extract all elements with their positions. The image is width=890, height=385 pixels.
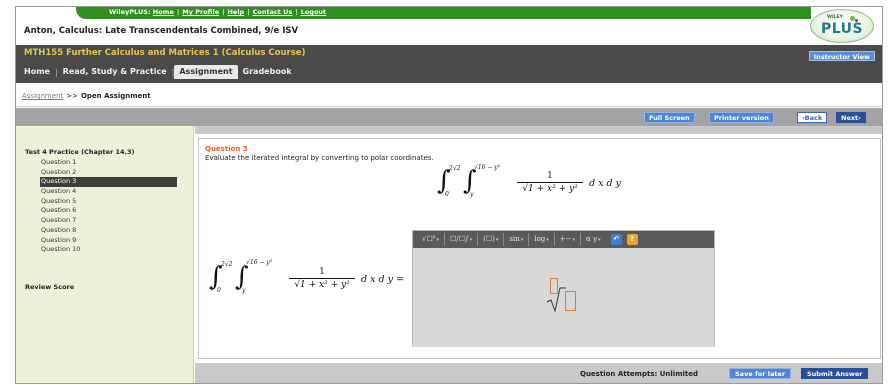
answer-integrand-denominator: √1 + x² + y² bbox=[294, 280, 350, 290]
help-link[interactable]: Help bbox=[227, 8, 244, 16]
app-frame: WileyPLUS: Home | My Profile | Help | Contact … bbox=[15, 6, 883, 384]
main-top-strip bbox=[195, 126, 882, 134]
breadcrumb-assignment-link[interactable]: Assignment bbox=[22, 92, 63, 100]
instructor-view-button[interactable]: Instructor View bbox=[808, 51, 875, 61]
log-functions-menu[interactable]: log▾ bbox=[529, 233, 555, 246]
equals-sign: = bbox=[395, 274, 404, 285]
radical-template-menu[interactable]: √☐⁰▾ bbox=[417, 233, 446, 246]
outer-upper-limit: 2√2 bbox=[449, 165, 461, 172]
integrand-denominator: √1 + x² + y² bbox=[522, 184, 578, 194]
full-screen-button[interactable]: Full Screen bbox=[644, 112, 695, 123]
answer-inner-lower-limit: y bbox=[242, 287, 246, 294]
answer-integral: ∫ 2√2 0 ∫ √16 − y² y 1 √1 + x² + y² d x … bbox=[209, 258, 414, 304]
question-main: Question 3 Evaluate the iterated integra… bbox=[195, 126, 882, 383]
wileyplus-logo: WILEY PLUS bbox=[810, 9, 874, 43]
question-sidebar: Test 4 Practice (Chapter 14.3) Question … bbox=[16, 126, 194, 383]
parentheses-template-menu[interactable]: (☐)▾ bbox=[478, 233, 505, 246]
submit-answer-button[interactable]: Submit Answer bbox=[801, 368, 869, 379]
course-title: MTH155 Further Calculus and Matrices 1 (… bbox=[24, 48, 306, 58]
assignment-toolbar: Full Screen Printer version ‹Back Next› bbox=[16, 108, 882, 126]
tab-home[interactable]: Home bbox=[19, 65, 55, 79]
undo-icon[interactable]: ↶ bbox=[610, 234, 622, 245]
integrand-numerator: 1 bbox=[547, 171, 553, 181]
contact-us-link[interactable]: Contact Us bbox=[253, 8, 293, 16]
answer-footer: Question Attempts: Unlimited Save for la… bbox=[195, 363, 882, 383]
home-link[interactable]: Home bbox=[153, 8, 174, 16]
radicand-placeholder[interactable] bbox=[565, 291, 576, 311]
question-list-item[interactable]: Question 1 bbox=[40, 158, 177, 168]
course-bar: MTH155 Further Calculus and Matrices 1 (… bbox=[16, 45, 882, 83]
answer-outer-lower-limit: 0 bbox=[217, 287, 221, 294]
save-for-later-button[interactable]: Save for later bbox=[729, 368, 792, 379]
math-editor: √☐⁰▾ ☐/☐∫▾ (☐)▾ sin▾ log▾ +−▾ α γ▾ ↶ ? bbox=[412, 230, 715, 347]
fraction-integral-template-menu[interactable]: ☐/☐∫▾ bbox=[445, 233, 479, 246]
logo-wiley-text: WILEY bbox=[827, 15, 843, 20]
breadcrumb-separator: >> bbox=[66, 92, 78, 100]
book-title: Anton, Calculus: Late Transcendentals Co… bbox=[24, 26, 299, 36]
operators-menu[interactable]: +−▾ bbox=[555, 233, 581, 246]
question-list-item[interactable]: Question 6 bbox=[40, 206, 177, 216]
radical-icon bbox=[546, 287, 566, 313]
question-list-item[interactable]: Question 2 bbox=[40, 168, 177, 178]
tab-assignment[interactable]: Assignment bbox=[174, 65, 238, 79]
tab-gradebook[interactable]: Gradebook bbox=[238, 65, 297, 79]
breadcrumb: Assignment >> Open Assignment bbox=[22, 92, 151, 100]
inner-upper-limit: √16 − y² bbox=[474, 164, 501, 171]
question-attempts: Question Attempts: Unlimited bbox=[580, 370, 698, 378]
question-list: Question 1 Question 2 Question 3 Question 4… bbox=[40, 158, 177, 255]
my-profile-link[interactable]: My Profile bbox=[182, 8, 219, 16]
question-list-item[interactable]: Question 3 bbox=[40, 177, 177, 188]
review-score-link[interactable]: Review Score bbox=[25, 283, 74, 291]
logout-link[interactable]: Logout bbox=[301, 8, 326, 16]
inner-lower-limit: y bbox=[470, 191, 474, 198]
math-answer-input[interactable] bbox=[413, 248, 714, 347]
question-list-item[interactable]: Question 8 bbox=[40, 226, 177, 236]
back-button[interactable]: ‹Back bbox=[797, 112, 828, 123]
question-title: Question 3 bbox=[205, 145, 248, 153]
help-icon[interactable]: ? bbox=[626, 234, 638, 245]
greek-letters-menu[interactable]: α γ▾ bbox=[581, 233, 606, 246]
integrand-fraction: 1 √1 + x² + y² bbox=[517, 171, 583, 195]
question-list-item[interactable]: Question 9 bbox=[40, 236, 177, 246]
tab-read-study-practice[interactable]: Read, Study & Practice bbox=[58, 65, 172, 79]
question-list-item[interactable]: Question 5 bbox=[40, 197, 177, 207]
trig-functions-menu[interactable]: sin▾ bbox=[504, 233, 530, 246]
site-header: WileyPLUS: Home | My Profile | Help | Contact … bbox=[16, 7, 882, 45]
question-card: Question 3 Evaluate the iterated integra… bbox=[198, 138, 881, 359]
brand-label: WileyPLUS: bbox=[109, 8, 151, 16]
question-prompt: Evaluate the iterated integral by conver… bbox=[205, 154, 434, 162]
question-list-item[interactable]: Question 7 bbox=[40, 216, 177, 226]
differential: d x d y bbox=[589, 178, 621, 189]
answer-integrand-numerator: 1 bbox=[319, 267, 325, 277]
next-button[interactable]: Next› bbox=[836, 112, 866, 123]
breadcrumb-area: Assignment >> Open Assignment bbox=[16, 83, 882, 107]
display-integral: ∫ 2√2 0 ∫ √16 − y² y 1 √1 + x² + y² d x … bbox=[437, 164, 637, 204]
answer-outer-upper-limit: 2√2 bbox=[221, 261, 233, 268]
course-nav-tabs: Home | Read, Study & Practice | Assignme… bbox=[19, 65, 297, 79]
question-list-item[interactable]: Question 4 bbox=[40, 187, 177, 197]
breadcrumb-current: Open Assignment bbox=[80, 92, 151, 100]
assignment-heading: Test 4 Practice (Chapter 14.3) bbox=[25, 148, 135, 156]
answer-inner-upper-limit: √16 − y² bbox=[246, 259, 273, 266]
top-links: WileyPLUS: Home | My Profile | Help | Contact … bbox=[109, 8, 327, 16]
printer-version-button[interactable]: Printer version bbox=[709, 112, 774, 123]
math-editor-toolbar: √☐⁰▾ ☐/☐∫▾ (☐)▾ sin▾ log▾ +−▾ α γ▾ ↶ ? bbox=[413, 231, 714, 248]
answer-differential: d x d y = bbox=[361, 274, 404, 285]
answer-integrand-fraction: 1 √1 + x² + y² bbox=[289, 267, 355, 291]
logo-plus-text: PLUS bbox=[821, 21, 864, 37]
question-list-item[interactable]: Question 10 bbox=[40, 245, 177, 255]
outer-lower-limit: 0 bbox=[445, 191, 449, 198]
